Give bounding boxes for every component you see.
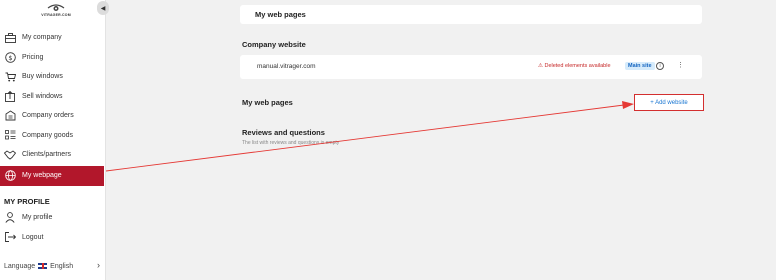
sidebar-item-label: My profile: [22, 214, 53, 222]
sidebar-item-company-orders[interactable]: Company orders: [0, 106, 104, 126]
cart-icon: [4, 71, 16, 83]
chevron-left-icon: ◀: [100, 5, 106, 12]
site-url[interactable]: manual.vitrager.com: [257, 63, 316, 70]
sidebar-item-clients-partners[interactable]: Clients/partners: [0, 145, 104, 165]
language-label: Language: [4, 262, 36, 270]
sidebar-nav: My company $ Pricing Buy windows Sell wi…: [0, 28, 104, 186]
info-icon[interactable]: i: [656, 62, 664, 70]
sidebar: VITRAGER.COM ◀ My company $ Pricing Buy …: [0, 0, 109, 280]
sidebar-item-label: Sell windows: [22, 92, 63, 100]
site-card[interactable]: manual.vitrager.com ⚠ Deleted elements a…: [240, 55, 702, 79]
sidebar-item-label: Company goods: [22, 131, 73, 139]
dollar-icon: $: [4, 51, 16, 63]
sidebar-item-my-profile[interactable]: My profile: [0, 208, 104, 228]
warning-icon: ⚠: [538, 63, 543, 69]
list-icon: [4, 129, 16, 141]
globe-icon: [4, 170, 16, 182]
sidebar-item-my-webpage[interactable]: My webpage: [0, 165, 104, 186]
briefcase-icon: [4, 32, 16, 44]
clipboard-icon: [4, 110, 16, 122]
sidebar-item-label: Company orders: [22, 112, 74, 120]
page-title: My web pages: [240, 5, 702, 24]
sidebar-item-logout[interactable]: Logout: [0, 228, 104, 248]
logo[interactable]: VITRAGER.COM: [34, 4, 78, 20]
sidebar-item-sell-windows[interactable]: Sell windows: [0, 87, 104, 107]
upload-icon: [4, 90, 16, 102]
sidebar-item-label: My company: [22, 34, 62, 42]
logo-icon: [47, 4, 65, 11]
sidebar-item-label: Pricing: [22, 53, 44, 61]
chevron-right-icon: ›: [97, 260, 100, 270]
handshake-icon: [4, 149, 16, 161]
main-site-badge: Main site: [625, 62, 655, 70]
sidebar-item-company-goods[interactable]: Company goods: [0, 126, 104, 146]
logo-text: VITRAGER.COM: [41, 13, 71, 17]
svg-text:$: $: [8, 54, 12, 62]
language-value: English: [50, 262, 74, 270]
sidebar-item-label: Buy windows: [22, 73, 63, 81]
add-website-button[interactable]: + Add website: [634, 94, 704, 111]
deleted-elements-warning[interactable]: ⚠ Deleted elements available: [538, 63, 611, 69]
main-content: My web pages Company website manual.vitr…: [106, 0, 776, 280]
sidebar-item-my-company[interactable]: My company: [0, 28, 104, 48]
user-icon: [4, 212, 16, 224]
company-website-heading: Company website: [242, 40, 306, 49]
profile-nav: My profile Logout: [0, 208, 104, 247]
sidebar-item-label: My webpage: [22, 172, 62, 179]
sidebar-item-label: Logout: [22, 233, 44, 241]
reviews-heading: Reviews and questions: [242, 128, 325, 137]
warning-text: Deleted elements available: [544, 63, 611, 69]
logout-icon: [4, 231, 16, 243]
profile-section-title: MY PROFILE: [4, 197, 50, 206]
sidebar-item-pricing[interactable]: $ Pricing: [0, 48, 104, 68]
uk-flag-icon: [38, 263, 48, 269]
more-options-icon[interactable]: ⋮: [677, 61, 684, 69]
language-selector[interactable]: Language English ›: [4, 260, 104, 272]
reviews-empty-text: The list with reviews and questions is e…: [242, 140, 340, 146]
my-web-pages-heading: My web pages: [242, 98, 293, 107]
sidebar-item-label: Clients/partners: [22, 151, 72, 159]
sidebar-item-buy-windows[interactable]: Buy windows: [0, 67, 104, 87]
